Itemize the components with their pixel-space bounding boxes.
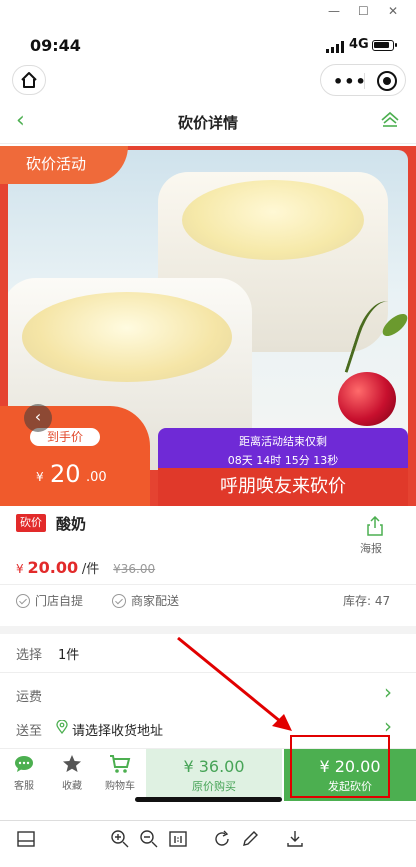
carousel-prev-icon[interactable]: ‹ xyxy=(24,404,52,432)
product-name: 酸奶 xyxy=(56,515,87,533)
network-type: 4G xyxy=(349,37,369,52)
product-hero: 砍价活动 到手价 ¥ 20 .00 ‹ 距离活动结束仅剩 08天 14时 15分… xyxy=(0,146,416,506)
invite-friends-banner: 呼朋唤友来砍价 xyxy=(158,468,408,506)
home-button[interactable] xyxy=(12,65,46,95)
home-indicator xyxy=(135,797,282,802)
price-currency: ¥ xyxy=(16,562,24,576)
window-titlebar: — ☐ ✕ xyxy=(0,0,416,24)
minimize-button[interactable]: — xyxy=(328,4,340,18)
star-icon xyxy=(63,755,81,772)
download-icon[interactable] xyxy=(285,829,305,849)
customer-service-button[interactable]: 客服 xyxy=(4,753,44,792)
chat-icon xyxy=(15,756,33,772)
page-title: 砍价详情 xyxy=(177,114,238,132)
annotation-arrow-icon xyxy=(177,636,292,731)
countdown-time: 08天 14时 15分 13秒 xyxy=(227,454,339,467)
home-icon xyxy=(21,72,37,88)
share-icon[interactable] xyxy=(362,515,388,540)
maximize-button[interactable]: ☐ xyxy=(358,4,369,18)
cart-button[interactable]: 购物车 xyxy=(100,753,140,792)
select-value: 1件 xyxy=(58,648,80,663)
highlight-box xyxy=(290,735,390,798)
stock-info: 库存: 47 xyxy=(343,594,391,608)
bargain-badge: 砍价 xyxy=(16,514,46,532)
option-pickup: 门店自提 xyxy=(16,592,83,609)
check-circle-icon xyxy=(112,593,126,608)
buy-original-price-button[interactable]: ¥ 36.00 原价购买 xyxy=(146,749,282,801)
favorite-button[interactable]: 收藏 xyxy=(52,753,92,792)
price-unit: /件 xyxy=(81,562,100,577)
rotate-icon[interactable] xyxy=(212,829,232,849)
option-delivery: 商家配送 xyxy=(112,592,179,609)
original-buy-label: 原价购买 xyxy=(192,780,236,793)
home-outline-icon[interactable] xyxy=(380,110,400,132)
deal-price-decimal: .00 xyxy=(86,470,107,485)
miniprogram-capsule: ••• xyxy=(320,64,406,96)
actual-size-icon[interactable] xyxy=(168,829,188,849)
ship-to-label: 送至 xyxy=(16,724,43,739)
current-price: 20.00 xyxy=(27,558,79,577)
chevron-right-icon: › xyxy=(384,680,392,704)
page-header: ‹ 砍价详情 xyxy=(0,100,416,144)
status-time: 09:44 xyxy=(30,36,81,55)
deal-price-integer: 20 xyxy=(50,460,81,488)
location-pin-icon xyxy=(56,720,68,734)
activity-tag: 砍价活动 xyxy=(0,146,128,184)
edit-pencil-icon[interactable] xyxy=(240,829,260,849)
cart-icon xyxy=(110,755,131,773)
status-bar: 09:44 4G xyxy=(0,24,416,64)
poster-label[interactable]: 海报 xyxy=(360,540,382,556)
emulator-toolbar xyxy=(0,820,416,856)
deal-price-card: 到手价 ¥ 20 .00 xyxy=(0,406,150,506)
layout-icon[interactable] xyxy=(16,829,36,849)
close-miniprogram-icon[interactable] xyxy=(377,71,397,91)
ship-to-address: 请选择收货地址 xyxy=(72,724,164,739)
signal-icon xyxy=(326,41,348,53)
check-circle-icon xyxy=(16,593,30,608)
original-buy-price: ¥ 36.00 xyxy=(183,757,245,776)
zoom-out-icon[interactable] xyxy=(139,829,159,849)
close-button[interactable]: ✕ xyxy=(388,4,398,18)
price-row: ¥ 20.00 /件 ¥36.00 xyxy=(16,558,155,577)
cherry-image xyxy=(338,372,396,426)
zoom-in-icon[interactable] xyxy=(110,829,130,849)
app-screen: — ☐ ✕ 09:44 4G ••• ‹ 砍价详情 砍价活动 到手价 ¥ 20 … xyxy=(0,0,416,867)
countdown-title: 距离活动结束仅剩 xyxy=(239,435,327,448)
select-label: 选择 xyxy=(16,648,43,663)
battery-icon xyxy=(372,40,397,51)
more-menu-icon[interactable]: ••• xyxy=(333,72,367,91)
original-price: ¥36.00 xyxy=(113,562,156,576)
countdown-panel: 距离活动结束仅剩 08天 14时 15分 13秒 xyxy=(158,428,408,468)
deal-price-currency: ¥ xyxy=(36,470,44,484)
shipping-label: 运费 xyxy=(16,690,43,705)
